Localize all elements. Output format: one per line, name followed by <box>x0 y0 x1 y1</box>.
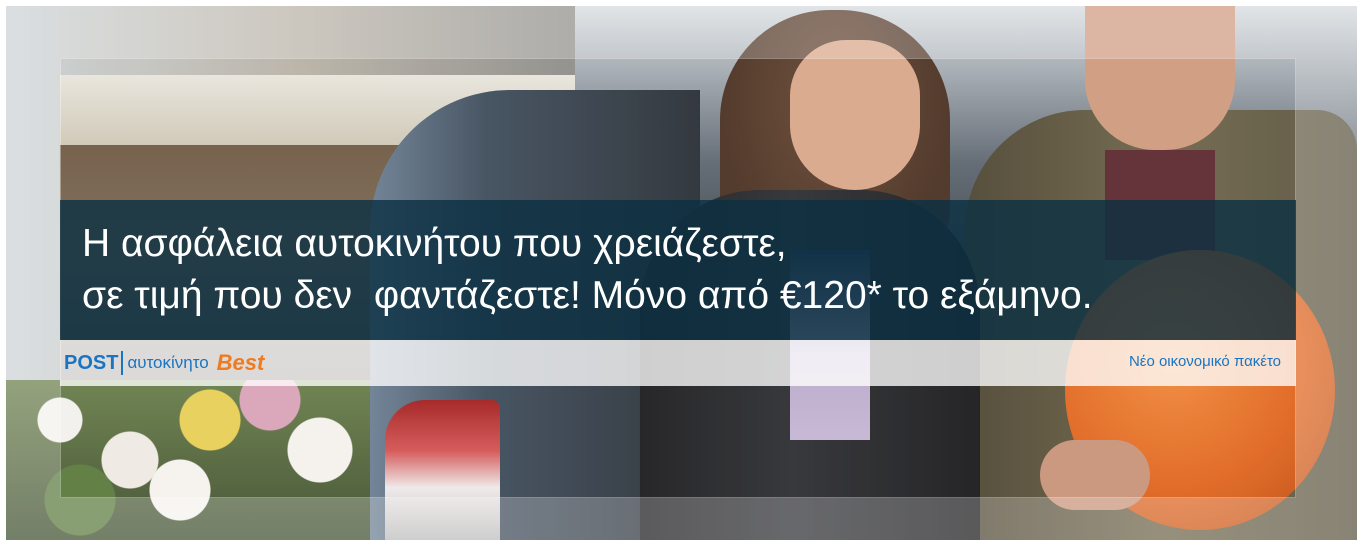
border-left <box>0 0 6 546</box>
headline-line-2: σε τιμή που δεν φαντάζεστε! Μόνο από €12… <box>82 274 1093 317</box>
package-label: Νέο οικονομικό πακέτο <box>1128 353 1281 370</box>
brand-best: Best <box>216 350 265 375</box>
brand-divider <box>121 351 124 375</box>
frame-veil-top <box>0 0 1357 58</box>
brand-logo: POST αυτοκίνητο Best <box>64 349 264 377</box>
headline: Η ασφάλεια αυτοκινήτου που χρειάζεστε, σ… <box>82 218 1282 322</box>
brand-post: POST <box>64 351 119 374</box>
frame-veil-bottom <box>0 498 1357 546</box>
brand-product: αυτοκίνητο <box>127 353 209 372</box>
frame-veil-right <box>1296 58 1357 498</box>
border-bottom <box>0 540 1357 546</box>
border-top <box>0 0 1357 6</box>
frame-veil-left <box>0 58 60 498</box>
headline-line-1: Η ασφάλεια αυτοκινήτου που χρειάζεστε, <box>82 222 787 265</box>
advertisement-banner: Η ασφάλεια αυτοκινήτου που χρειάζεστε, σ… <box>0 0 1357 546</box>
